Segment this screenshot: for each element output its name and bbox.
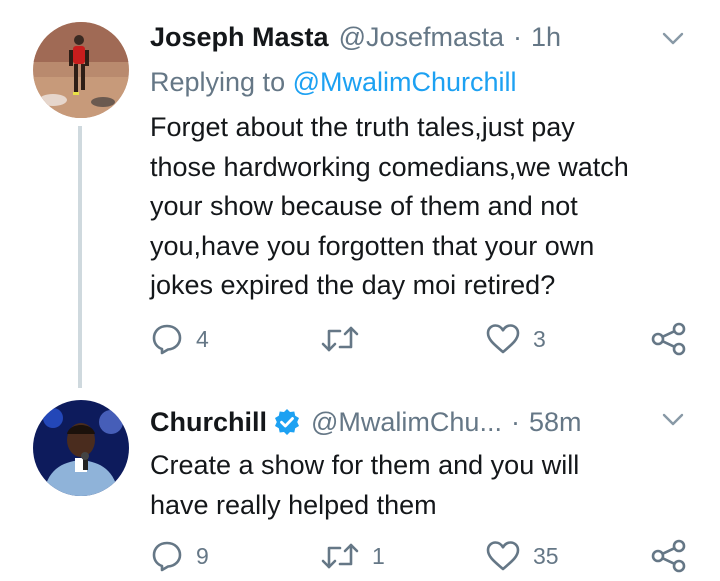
retweet-button[interactable]: 1 [320,539,385,573]
replying-to-label: Replying to [150,67,286,97]
retweet-icon [321,543,359,569]
like-icon [486,324,520,354]
action-bar: 4 3 [150,322,690,362]
avatar[interactable] [33,400,129,496]
chevron-down-icon[interactable] [662,32,684,46]
timestamp[interactable]: 1h [531,22,561,53]
chevron-down-icon[interactable] [662,413,684,427]
tweet-churchill[interactable]: Churchill @MwalimChu... · 58m Create a s… [0,380,720,581]
mention-link[interactable]: @MwalimChurchill [293,67,517,97]
retweet-button[interactable] [320,322,360,356]
timestamp[interactable]: 58m [529,407,582,438]
replying-to: Replying to @MwalimChurchill [150,67,517,98]
like-icon [486,541,520,571]
tweet-text: Forget about the truth tales,just pay th… [150,108,629,306]
share-icon [651,322,686,356]
reply-button[interactable]: 4 [150,322,209,356]
reply-count: 9 [196,542,209,569]
share-button[interactable] [650,539,688,573]
action-bar: 9 1 35 [150,539,690,579]
user-handle[interactable]: @MwalimChu... [311,407,502,438]
tweet-text-line: those hardworking comedians,we watch [150,151,629,182]
verified-badge-icon [275,409,300,435]
reply-icon [152,541,182,572]
avatar[interactable] [33,22,129,118]
tweet-joseph-masta[interactable]: Joseph Masta @Josefmasta · 1h Replying t… [0,0,720,388]
tweet-text-line: jokes expired the day moi retired? [150,270,556,300]
separator-dot: · [510,407,520,437]
retweet-count: 1 [372,542,385,569]
tweet-text-line: you,have you forgotten that your own [150,230,595,261]
reply-button[interactable]: 9 [150,539,209,573]
tweet-text-line: Create a show for them and you will [150,450,580,480]
like-count: 3 [533,325,546,352]
display-name[interactable]: Joseph Masta [150,22,329,53]
thread-line [78,126,82,388]
user-handle[interactable]: @Josefmasta [339,22,504,53]
tweet-text-line: Forget about the truth tales,just pay [150,112,575,142]
tweet-header: Joseph Masta @Josefmasta · 1h [150,22,561,53]
separator-dot: · [513,22,523,52]
tweet-text-line: your show because of them and not [150,191,578,221]
share-button[interactable] [650,322,688,356]
reply-count: 4 [196,325,209,352]
like-button[interactable]: 3 [485,322,546,356]
share-icon [651,539,686,573]
display-name[interactable]: Churchill [150,407,267,438]
like-count: 35 [533,542,559,569]
retweet-icon [321,326,359,352]
tweet-header: Churchill @MwalimChu... · 58m [150,403,582,438]
tweet-text-line: have really helped them [150,489,437,520]
reply-icon [152,324,182,355]
tweet-text: Create a show for them and you will have… [150,446,579,525]
like-button[interactable]: 35 [485,539,559,573]
